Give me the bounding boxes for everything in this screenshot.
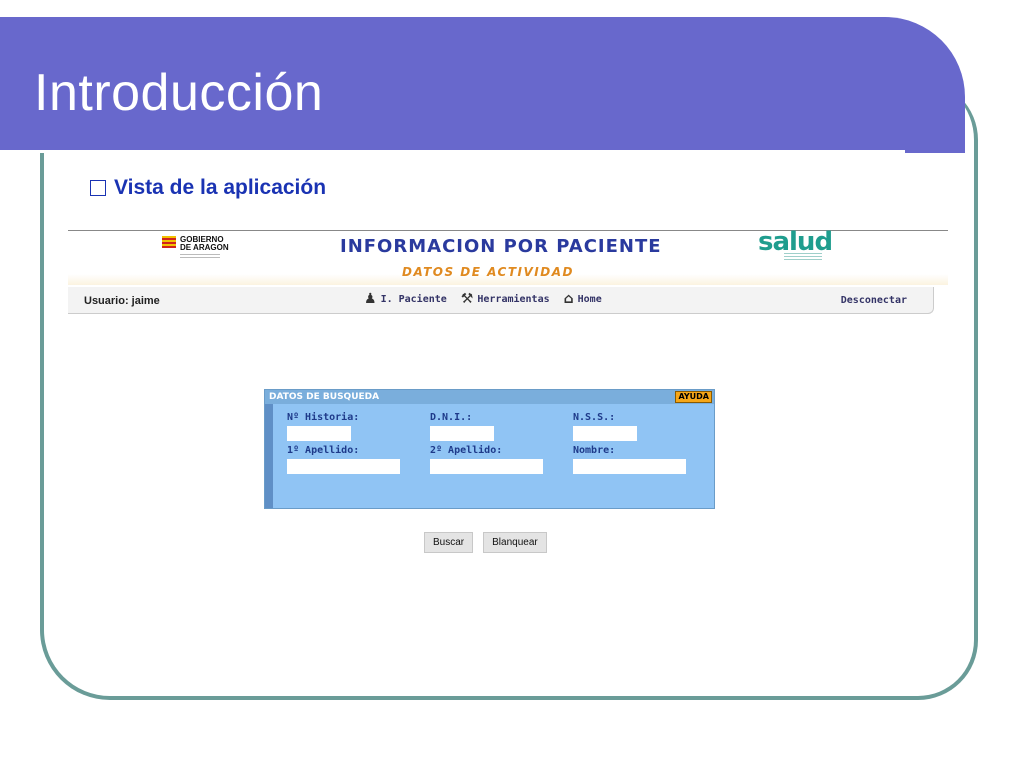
salud-logo-small-text bbox=[784, 253, 822, 261]
flag-icon bbox=[162, 236, 176, 248]
nav-link-label: I. Paciente bbox=[380, 293, 447, 305]
dni-input[interactable] bbox=[430, 426, 494, 441]
user-label: Usuario: jaime bbox=[84, 295, 160, 307]
nav-link-home[interactable]: ⌂ Home bbox=[564, 291, 602, 307]
field-nss: N.S.S.: bbox=[573, 412, 716, 441]
app-sub-title: DATOS DE ACTIVIDAD bbox=[402, 265, 574, 279]
gov-logo-small-text bbox=[180, 254, 220, 260]
field-apellido2: 2º Apellido: bbox=[430, 445, 573, 474]
app-main-title: INFORMACION POR PACIENTE bbox=[340, 236, 662, 257]
search-panel: DATOS DE BUSQUEDA AYUDA Nº Historia: D.N… bbox=[264, 389, 715, 509]
home-icon: ⌂ bbox=[563, 291, 574, 307]
field-dni: D.N.I.: bbox=[430, 412, 573, 441]
action-buttons: Buscar Blanquear bbox=[424, 532, 547, 553]
app-header: GOBIERNO DE ARAGON INFORMACION POR PACIE… bbox=[68, 227, 948, 285]
field-label: 2º Apellido: bbox=[430, 445, 503, 456]
search-panel-title: DATOS DE BUSQUEDA bbox=[269, 392, 380, 402]
field-nombre: Nombre: bbox=[573, 445, 716, 474]
salud-logo: salud bbox=[758, 227, 833, 263]
app-screenshot: GOBIERNO DE ARAGON INFORMACION POR PACIE… bbox=[68, 227, 948, 560]
nav-bar: Usuario: jaime ♟ I. Paciente ⚒ Herramien… bbox=[68, 287, 934, 314]
search-fields: Nº Historia: D.N.I.: N.S.S.: 1º Apellido… bbox=[287, 412, 716, 474]
nav-links: ♟ I. Paciente ⚒ Herramientas ⌂ Home bbox=[364, 291, 602, 307]
wrench-icon: ⚒ bbox=[460, 291, 474, 307]
field-apellido1: 1º Apellido: bbox=[287, 445, 430, 474]
slide-title: Introducción bbox=[34, 64, 324, 122]
field-label: D.N.I.: bbox=[430, 412, 473, 423]
title-banner: Introducción bbox=[0, 17, 965, 153]
historia-input[interactable] bbox=[287, 426, 351, 441]
search-button[interactable]: Buscar bbox=[424, 532, 474, 553]
bullet-heading-text: Vista de la aplicación bbox=[114, 176, 327, 199]
logout-link[interactable]: Desconectar bbox=[841, 295, 907, 306]
bullet-heading: Vista de la aplicación bbox=[90, 176, 326, 200]
nav-link-herramientas[interactable]: ⚒ Herramientas bbox=[461, 291, 550, 307]
help-button[interactable]: AYUDA bbox=[675, 391, 712, 403]
nombre-input[interactable] bbox=[573, 459, 686, 474]
user-icon: ♟ bbox=[364, 291, 377, 307]
field-label: N.S.S.: bbox=[573, 412, 616, 423]
field-label: Nº Historia: bbox=[287, 412, 360, 423]
checkbox-bullet-icon bbox=[90, 180, 106, 196]
gov-logo-line2: DE ARAGON bbox=[180, 243, 229, 252]
search-panel-header: DATOS DE BUSQUEDA AYUDA bbox=[265, 390, 714, 404]
field-historia: Nº Historia: bbox=[287, 412, 430, 441]
field-label: 1º Apellido: bbox=[287, 445, 360, 456]
field-label: Nombre: bbox=[573, 445, 616, 456]
apellido1-input[interactable] bbox=[287, 459, 400, 474]
title-underline bbox=[0, 150, 905, 153]
clear-button[interactable]: Blanquear bbox=[483, 532, 547, 553]
search-panel-strip bbox=[265, 404, 273, 508]
nav-link-label: Home bbox=[577, 293, 602, 305]
nav-link-label: Herramientas bbox=[477, 293, 550, 305]
nss-input[interactable] bbox=[573, 426, 637, 441]
nav-link-paciente[interactable]: ♟ I. Paciente bbox=[364, 291, 447, 307]
apellido2-input[interactable] bbox=[430, 459, 543, 474]
gobierno-aragon-logo: GOBIERNO DE ARAGON bbox=[162, 234, 252, 262]
